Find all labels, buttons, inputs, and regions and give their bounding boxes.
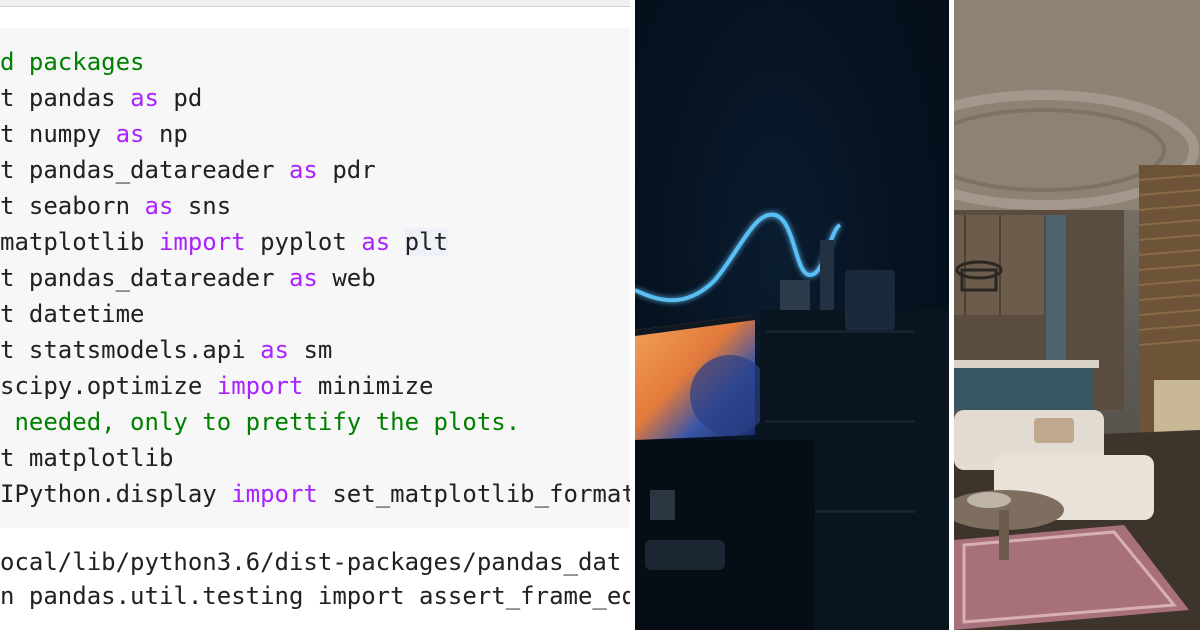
cell-top-border (0, 0, 630, 7)
code-token: t seaborn (0, 192, 145, 220)
code-line: t statsmodels.api as sm (0, 332, 332, 368)
dark-room-illustration (635, 0, 949, 630)
code-line: t matplotlib (0, 440, 173, 476)
code-token: np (144, 120, 188, 148)
code-keyword: as (288, 264, 318, 292)
code-token: matplotlib (0, 228, 159, 256)
code-token: IPython.display (0, 480, 232, 508)
code-keyword: import (158, 228, 246, 256)
output-line: n pandas.util.testing import assert_fram… (0, 582, 630, 610)
code-token: t numpy (0, 120, 116, 148)
code-token: set_matplotlib_format (317, 480, 630, 508)
code-line: t seaborn as sns (0, 188, 231, 224)
code-token: pyplot (245, 228, 362, 256)
photo-dark-room-neon (635, 0, 949, 630)
code-line: needed, only to prettify the plots. (0, 404, 520, 440)
code-token: sns (173, 192, 232, 220)
code-line: matplotlib import pyplot as plt (0, 224, 448, 260)
code-line: d packages (0, 44, 145, 80)
code-keyword: as (260, 336, 289, 364)
code-token: pd (158, 84, 203, 112)
code-line: scipy.optimize import minimize (0, 368, 434, 404)
code-token: t statsmodels.api (0, 336, 261, 364)
code-token: sm (289, 336, 333, 364)
code-token: t pandas_datareader (0, 264, 289, 292)
code-keyword: as (288, 156, 318, 184)
code-token: t (0, 84, 29, 112)
photo-living-room (954, 0, 1200, 630)
code-comment: needed, only to prettify the plots. (0, 408, 521, 436)
code-token: pdr (317, 156, 376, 184)
code-keyword: as (130, 84, 159, 112)
code-line: t pandas as pd (0, 80, 202, 116)
code-line: t datetime (0, 296, 145, 332)
code-notebook-panel: d packages t pandas as pd t numpy as np t p… (0, 0, 630, 630)
cell-output: ocal/lib/python3.6/dist-packages/pandas_… (0, 528, 630, 630)
code-token: minimize (303, 372, 434, 400)
code-token: t matplotlib (0, 444, 174, 472)
code-line: IPython.display import set_matplotlib_fo… (0, 476, 630, 512)
code-token: web (317, 264, 376, 292)
living-room-illustration (954, 0, 1200, 630)
code-cell[interactable]: d packages t pandas as pd t numpy as np t p… (0, 28, 630, 528)
code-line: t numpy as np (0, 116, 188, 152)
code-token: pandas (28, 84, 131, 112)
output-line: ocal/lib/python3.6/dist-packages/pandas_… (0, 548, 622, 576)
code-line: t pandas_datareader as pdr (0, 152, 376, 188)
code-keyword: import (231, 480, 318, 508)
code-token: plt (404, 228, 448, 256)
code-keyword: as (115, 120, 145, 148)
code-keyword: as (361, 228, 391, 256)
code-line: t pandas_datareader as web (0, 260, 376, 296)
code-token: t pandas_datareader (0, 156, 289, 184)
code-token: scipy.optimize (0, 372, 217, 400)
code-token: t datetime (0, 300, 145, 328)
code-keyword: as (144, 192, 174, 220)
code-comment: d packages (0, 48, 145, 76)
code-keyword: import (216, 372, 304, 400)
